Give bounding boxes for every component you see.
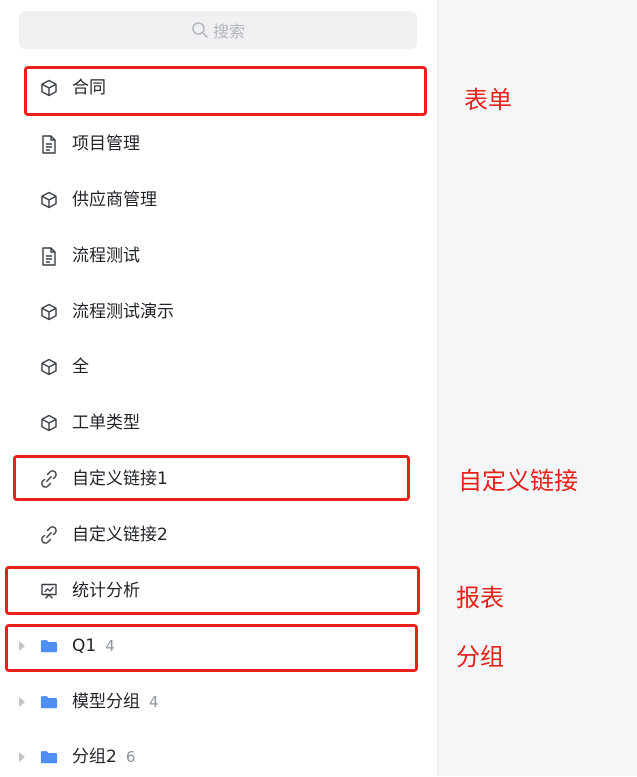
sidebar-item-supplier-management[interactable]: 供应商管理 — [0, 180, 437, 220]
sidebar-item-label: 流程测试演示 — [72, 302, 174, 322]
sidebar-item-label: 全 — [72, 357, 89, 377]
sidebar-item-custom-link-2[interactable]: 自定义链接2 — [0, 515, 437, 555]
sidebar-item-label: 流程测试 — [72, 246, 140, 266]
sidebar-item-ticket-type[interactable]: 工单类型 — [0, 403, 437, 443]
link-icon — [40, 525, 58, 545]
sidebar-item-label: 自定义链接1 — [72, 469, 168, 489]
cube-icon — [40, 413, 58, 433]
sidebar-item-contract[interactable]: 合同 — [0, 68, 437, 108]
annotation-group: 分组 — [456, 643, 504, 671]
report-icon — [40, 581, 58, 601]
sidebar: 搜索 合同 项目管理 供应商管理 流程测试 流程测试演示 全 工单类型 自定义链… — [0, 0, 438, 776]
annotation-report: 报表 — [456, 584, 504, 612]
folder-icon — [40, 636, 58, 656]
sidebar-item-label: 合同 — [72, 78, 106, 98]
sidebar-item-label: 项目管理 — [72, 134, 140, 154]
folder-icon — [40, 692, 58, 712]
document-icon — [40, 134, 58, 154]
group-count: 6 — [125, 748, 136, 766]
sidebar-item-process-test-demo[interactable]: 流程测试演示 — [0, 292, 437, 332]
folder-icon — [40, 747, 58, 767]
sidebar-item-project-management[interactable]: 项目管理 — [0, 124, 437, 164]
sidebar-item-all[interactable]: 全 — [0, 347, 437, 387]
sidebar-item-process-test[interactable]: 流程测试 — [0, 236, 437, 276]
group-2[interactable]: 分组2 6 — [0, 737, 437, 777]
group-q1[interactable]: Q1 4 — [0, 626, 437, 666]
caret-right-icon[interactable] — [19, 752, 25, 762]
search-icon — [192, 22, 208, 38]
annotation-custom-link: 自定义链接 — [458, 467, 578, 495]
document-icon — [40, 246, 58, 266]
caret-right-icon[interactable] — [19, 697, 25, 707]
group-label: 分组2 — [72, 747, 117, 767]
cube-icon — [40, 302, 58, 322]
sidebar-item-label: 统计分析 — [72, 581, 140, 601]
sidebar-item-label: 供应商管理 — [72, 190, 157, 210]
sidebar-item-custom-link-1[interactable]: 自定义链接1 — [0, 459, 437, 499]
caret-right-icon[interactable] — [19, 641, 25, 651]
annotation-form: 表单 — [464, 86, 512, 114]
sidebar-item-statistics[interactable]: 统计分析 — [0, 571, 437, 611]
group-label: Q1 — [72, 636, 97, 656]
group-count: 4 — [105, 637, 115, 655]
link-icon — [40, 469, 58, 489]
cube-icon — [40, 357, 58, 377]
sidebar-item-label: 工单类型 — [72, 413, 140, 433]
cube-icon — [40, 78, 58, 98]
group-model[interactable]: 模型分组 4 — [0, 682, 437, 722]
search-input[interactable]: 搜索 — [19, 11, 417, 49]
search-placeholder: 搜索 — [212, 22, 245, 41]
cube-icon — [40, 190, 58, 210]
group-label: 模型分组 — [72, 692, 140, 712]
sidebar-item-label: 自定义链接2 — [72, 525, 168, 545]
group-count: 4 — [149, 693, 159, 711]
